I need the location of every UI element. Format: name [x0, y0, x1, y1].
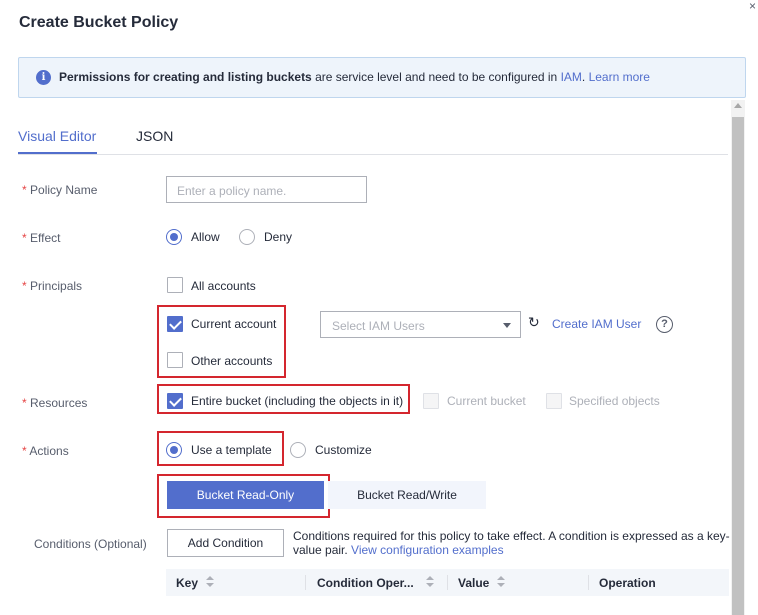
learn-more-link[interactable]: Learn more	[589, 70, 650, 84]
column-header-value[interactable]: Value	[458, 576, 489, 590]
sort-icon[interactable]	[426, 576, 434, 588]
view-examples-link[interactable]: View configuration examples	[351, 543, 504, 557]
other-accounts-label[interactable]: Other accounts	[191, 354, 272, 368]
column-divider	[305, 575, 306, 590]
required-mark: *	[22, 231, 27, 245]
conditions-table-header: Key Condition Oper... Value Operation	[166, 569, 729, 596]
policy-name-label: Policy Name	[30, 183, 98, 197]
info-banner-text: Permissions for creating and listing buc…	[59, 70, 650, 85]
specified-objects-checkbox[interactable]	[546, 393, 562, 409]
resources-label: Resources	[30, 396, 88, 410]
effect-deny-radio[interactable]	[239, 229, 255, 245]
effect-label: Effect	[30, 231, 61, 245]
add-condition-button[interactable]: Add Condition	[167, 529, 284, 557]
current-bucket-checkbox[interactable]	[423, 393, 439, 409]
tabs-divider	[18, 154, 728, 155]
required-mark: *	[22, 183, 27, 197]
all-accounts-checkbox[interactable]	[167, 277, 183, 293]
effect-allow-radio[interactable]	[166, 229, 182, 245]
required-mark: *	[22, 279, 27, 293]
principals-label: Principals	[30, 279, 83, 293]
policy-name-input[interactable]: Enter a policy name.	[166, 176, 367, 203]
iam-users-select[interactable]: Select IAM Users	[320, 311, 521, 338]
effect-allow-label[interactable]: Allow	[191, 230, 220, 244]
other-accounts-checkbox[interactable]	[167, 352, 183, 368]
current-bucket-label: Current bucket	[447, 394, 526, 408]
all-accounts-label[interactable]: All accounts	[191, 279, 256, 293]
conditions-label: Conditions (Optional)	[34, 537, 147, 551]
refresh-icon[interactable]: ↻	[528, 315, 541, 329]
info-sep: .	[581, 70, 589, 84]
conditions-description: Conditions required for this policy to t…	[293, 529, 733, 557]
column-header-condition-operator[interactable]: Condition Oper...	[317, 576, 414, 590]
actions-label: Actions	[29, 444, 69, 458]
customize-label[interactable]: Customize	[315, 443, 372, 457]
iam-users-placeholder: Select IAM Users	[332, 319, 425, 333]
info-banner: i Permissions for creating and listing b…	[18, 57, 746, 98]
policy-name-placeholder: Enter a policy name.	[177, 184, 287, 198]
required-mark: *	[22, 396, 27, 410]
bucket-read-write-button[interactable]: Bucket Read/Write	[328, 481, 486, 509]
sort-icon[interactable]	[206, 576, 214, 588]
principals-row-label: * Principals	[22, 279, 82, 293]
column-divider	[588, 575, 589, 590]
entire-bucket-label[interactable]: Entire bucket (including the objects in …	[191, 394, 403, 408]
help-icon[interactable]: ?	[656, 316, 673, 333]
info-icon: i	[36, 70, 51, 85]
use-template-label[interactable]: Use a template	[191, 443, 272, 457]
chevron-down-icon	[503, 323, 511, 328]
tab-json[interactable]: JSON	[136, 128, 173, 144]
current-account-label[interactable]: Current account	[191, 317, 276, 331]
bucket-read-only-button[interactable]: Bucket Read-Only	[167, 481, 324, 509]
resources-row-label: * Resources	[22, 396, 87, 410]
close-icon[interactable]: ×	[749, 0, 758, 12]
column-header-key[interactable]: Key	[176, 576, 198, 590]
dialog-title: Create Bucket Policy	[19, 14, 179, 31]
create-iam-user-link[interactable]: Create IAM User	[552, 317, 641, 331]
sort-icon[interactable]	[497, 576, 505, 588]
use-template-radio[interactable]	[166, 442, 182, 458]
actions-row-label: * Actions	[22, 444, 69, 458]
required-mark: *	[22, 444, 27, 458]
iam-link[interactable]: IAM	[561, 70, 582, 84]
current-account-checkbox[interactable]	[167, 316, 183, 332]
info-banner-body: are service level and need to be configu…	[311, 70, 561, 84]
customize-radio[interactable]	[290, 442, 306, 458]
policy-name-row-label: * Policy Name	[22, 183, 97, 197]
tab-visual-editor[interactable]: Visual Editor	[18, 128, 96, 144]
info-banner-bold: Permissions for creating and listing buc…	[59, 70, 312, 84]
entire-bucket-checkbox[interactable]	[167, 393, 183, 409]
specified-objects-label: Specified objects	[569, 394, 660, 408]
effect-row-label: * Effect	[22, 231, 60, 245]
column-header-operation: Operation	[599, 576, 656, 590]
effect-deny-label[interactable]: Deny	[264, 230, 292, 244]
scroll-up-arrow-icon[interactable]	[734, 103, 742, 108]
scrollbar-thumb[interactable]	[732, 117, 744, 615]
column-divider	[447, 575, 448, 590]
